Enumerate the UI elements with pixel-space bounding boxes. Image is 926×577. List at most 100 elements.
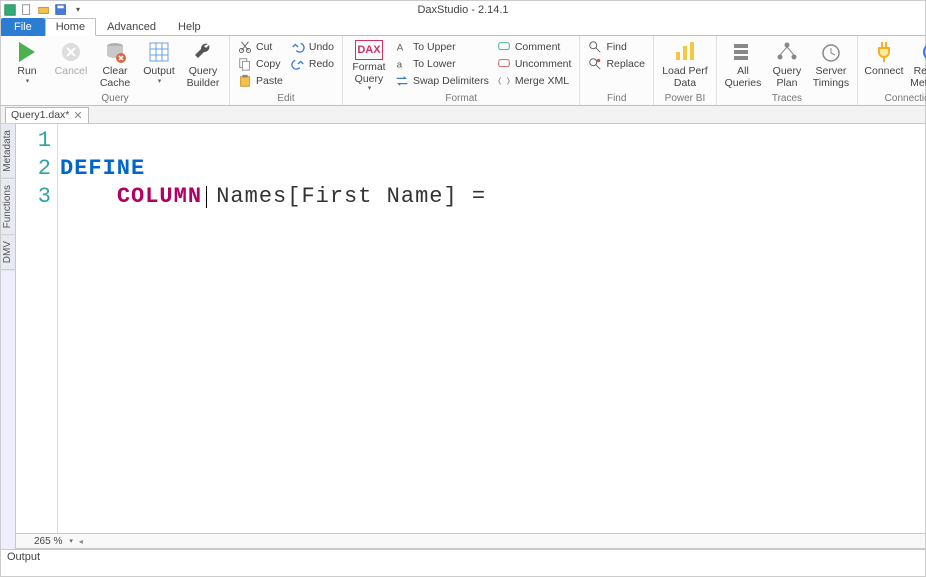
zoom-bar: 265 % ▾ ◂ — [16, 534, 925, 549]
redo-button[interactable]: Redo — [289, 56, 336, 72]
group-traces-label: Traces — [723, 93, 851, 105]
keyword-column: COLUMN — [117, 184, 202, 209]
query-plan-button[interactable]: Query Plan — [767, 38, 807, 89]
sidetab-dmv[interactable]: DMV — [1, 235, 15, 270]
output-label: Output — [7, 551, 40, 563]
code-text: Names[First Name] = — [202, 184, 486, 209]
line-number: 2 — [16, 155, 51, 183]
group-find: Find Replace Find — [580, 36, 654, 105]
sidetab-functions[interactable]: Functions — [1, 179, 15, 235]
titlebar: ▾ DaxStudio - 2.14.1 — [1, 1, 925, 18]
plan-icon — [775, 40, 799, 64]
tab-advanced[interactable]: Advanced — [96, 18, 167, 36]
text-cursor — [206, 186, 207, 208]
group-connection: Connect Refresh Metadata Connection — [858, 36, 926, 105]
tab-file[interactable]: File — [1, 18, 45, 36]
zoom-dropdown-icon[interactable]: ▾ — [69, 537, 73, 545]
side-panel: Metadata Functions DMV — [1, 124, 16, 549]
copy-button[interactable]: Copy — [236, 56, 285, 72]
refresh-metadata-button[interactable]: Refresh Metadata — [908, 38, 926, 89]
qat-dropdown-icon[interactable]: ▾ — [71, 3, 85, 17]
find-icon — [588, 40, 602, 54]
keyword-define: DEFINE — [60, 156, 145, 181]
qat-open-icon[interactable] — [37, 3, 51, 17]
svg-text:a: a — [397, 60, 403, 71]
refresh-icon — [920, 40, 926, 64]
to-lower-button[interactable]: a To Lower — [393, 56, 491, 72]
quick-access-toolbar: ▾ — [3, 3, 85, 17]
undo-icon — [291, 40, 305, 54]
replace-button[interactable]: Replace — [586, 56, 647, 72]
close-icon[interactable]: ✕ — [73, 109, 82, 122]
tab-home[interactable]: Home — [45, 18, 96, 36]
dax-icon: DAX — [355, 40, 383, 60]
xml-icon — [497, 74, 511, 88]
perf-icon — [673, 40, 697, 64]
document-tabs: Query1.dax* ✕ — [1, 106, 925, 124]
copy-icon — [238, 57, 252, 71]
output-button[interactable]: Output▾ — [139, 38, 179, 85]
cancel-icon — [59, 40, 83, 64]
clear-cache-button[interactable]: Clear Cache — [95, 38, 135, 89]
editor: 1 2 3 DEFINE COLUMN Names[First Name] = … — [16, 124, 925, 549]
comment-icon — [497, 40, 511, 54]
output-panel-header[interactable]: Output — [1, 549, 925, 564]
server-timings-button[interactable]: Server Timings — [811, 38, 851, 89]
code-area[interactable]: 1 2 3 DEFINE COLUMN Names[First Name] = — [16, 124, 925, 534]
all-queries-button[interactable]: All Queries — [723, 38, 763, 89]
to-upper-button[interactable]: A To Upper — [393, 39, 491, 55]
cut-button[interactable]: Cut — [236, 39, 285, 55]
db-clear-icon — [103, 40, 127, 64]
replace-icon — [588, 57, 602, 71]
code-content[interactable]: DEFINE COLUMN Names[First Name] = — [58, 124, 925, 533]
group-powerbi: Load Perf Data Power BI — [654, 36, 717, 105]
play-icon — [15, 40, 39, 64]
group-query: Run▾ Cancel Clear Cache Output▾ Query Bu… — [1, 36, 230, 105]
group-find-label: Find — [586, 93, 647, 105]
line-number: 3 — [16, 183, 51, 211]
tab-help[interactable]: Help — [167, 18, 212, 36]
uncomment-icon — [497, 57, 511, 71]
group-powerbi-label: Power BI — [660, 93, 710, 105]
line-gutter: 1 2 3 — [16, 124, 58, 533]
queries-icon — [731, 40, 755, 64]
find-button[interactable]: Find — [586, 39, 647, 55]
sidetab-metadata[interactable]: Metadata — [1, 124, 15, 179]
svg-text:A: A — [397, 43, 404, 54]
lower-icon: a — [395, 57, 409, 71]
cut-icon — [238, 40, 252, 54]
app-icon — [3, 3, 17, 17]
swap-delimiters-button[interactable]: Swap Delimiters — [393, 73, 491, 89]
connect-button[interactable]: Connect — [864, 38, 904, 78]
upper-icon: A — [395, 40, 409, 54]
group-traces: All Queries Query Plan Server Timings Tr… — [717, 36, 858, 105]
paste-button[interactable]: Paste — [236, 73, 285, 89]
merge-xml-button[interactable]: Merge XML — [495, 73, 574, 89]
doc-tab-label: Query1.dax* — [11, 109, 69, 121]
ribbon-tabs: File Home Advanced Help — [1, 18, 925, 36]
group-format: DAX Format Query▾ A To Upper a To Lower … — [343, 36, 580, 105]
uncomment-button[interactable]: Uncomment — [495, 56, 574, 72]
query-builder-button[interactable]: Query Builder — [183, 38, 223, 89]
grid-icon — [147, 40, 171, 64]
zoom-value: 265 % — [34, 536, 62, 547]
timings-icon — [819, 40, 843, 64]
cancel-button: Cancel — [51, 38, 91, 78]
qat-save-icon[interactable] — [54, 3, 68, 17]
doc-tab-query1[interactable]: Query1.dax* ✕ — [5, 107, 89, 123]
swap-icon — [395, 74, 409, 88]
zoom-scroll-icon[interactable]: ◂ — [79, 537, 83, 546]
redo-icon — [291, 57, 305, 71]
qat-new-icon[interactable] — [20, 3, 34, 17]
group-query-label: Query — [7, 93, 223, 105]
load-perf-data-button[interactable]: Load Perf Data — [660, 38, 710, 89]
window-title: DaxStudio - 2.14.1 — [417, 4, 508, 16]
editor-area: Metadata Functions DMV 1 2 3 DEFINE COLU… — [1, 124, 925, 549]
format-query-button[interactable]: DAX Format Query▾ — [349, 38, 389, 93]
comment-button[interactable]: Comment — [495, 39, 574, 55]
paste-icon — [238, 74, 252, 88]
plug-icon — [872, 40, 896, 64]
undo-button[interactable]: Undo — [289, 39, 336, 55]
ribbon: Run▾ Cancel Clear Cache Output▾ Query Bu… — [1, 36, 925, 106]
run-button[interactable]: Run▾ — [7, 38, 47, 85]
